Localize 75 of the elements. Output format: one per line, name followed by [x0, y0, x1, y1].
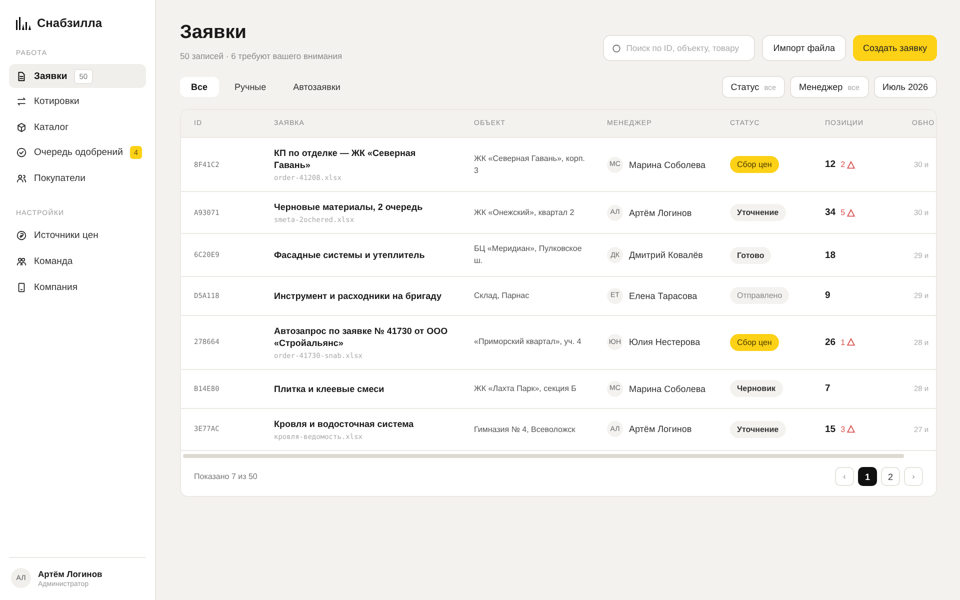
warning-icon	[847, 338, 856, 346]
table-cell-text: Гимназия № 4, Всеволожск	[473, 424, 576, 436]
sidebar-item[interactable]: Команда	[9, 250, 146, 274]
sidebar-item[interactable]: Котировки	[9, 90, 146, 114]
warning-count: 3	[840, 424, 856, 434]
coin-icon	[16, 230, 27, 242]
filter-dropdown[interactable]: Июль 2026	[874, 76, 937, 98]
swap-arrows-icon	[16, 96, 27, 108]
table-cell-text: «Приморский квартал», уч. 4	[473, 336, 582, 348]
page-arrow[interactable]: ›	[904, 467, 923, 486]
search-icon	[612, 44, 622, 52]
status-badge: Сбор цен	[730, 334, 779, 351]
status-badge: Готово	[730, 246, 772, 264]
request-title[interactable]: Автозапрос по заявке № 41730 от ООО «Стройальянс»	[274, 324, 453, 349]
page-title: Заявки	[180, 22, 248, 44]
positions-count: 9	[825, 290, 830, 302]
table-cell-text: Склад, Парнас	[473, 290, 530, 302]
request-title[interactable]: Фасадные системы и утеплитель	[274, 248, 453, 262]
manager-name: Елена Тарасова	[629, 290, 698, 301]
filter-tab[interactable]: Ручные	[224, 77, 278, 97]
manager-name: Марина Соболева	[629, 384, 706, 394]
create-button[interactable]: Создать заявку	[852, 35, 937, 61]
request-title[interactable]: Инструмент и расходники на бригаду	[274, 290, 453, 302]
warning-count: 1	[840, 338, 856, 347]
warning-icon	[847, 425, 856, 434]
status-badge: Сбор цен	[730, 156, 779, 174]
page-subtitle: 50 записей · 6 требуют вашего внимания	[180, 51, 342, 61]
manager-name: Марина Соболева	[629, 160, 706, 170]
search-field[interactable]: Поиск по ID, объекту, товару	[603, 35, 756, 61]
manager-name: Артём Логинов	[629, 424, 692, 434]
import-button[interactable]: Импорт файла	[762, 35, 846, 61]
manager-name: Дмитрий Ковалёв	[629, 250, 703, 260]
cube-icon	[16, 122, 27, 133]
sidebar-item[interactable]: Компания	[9, 275, 146, 300]
status-badge: Уточнение	[730, 420, 786, 438]
document-icon	[16, 70, 27, 82]
page-button[interactable]: 2	[881, 467, 900, 486]
status-badge: Черновик	[730, 380, 783, 398]
table-cell-text: БЦ «Меридиан», Пулковское ш.	[473, 243, 583, 267]
scrollbar[interactable]	[183, 454, 904, 458]
sidebar-item[interactable]: Покупатели	[9, 166, 146, 190]
results-summary: Показано 7 из 50	[194, 472, 258, 482]
warning-count: 2	[840, 160, 856, 170]
page-button[interactable]: 1	[858, 467, 877, 486]
sidebar-item[interactable]: Каталог	[9, 115, 146, 140]
positions-count: 15	[825, 424, 836, 435]
status-badge: Уточнение	[730, 204, 786, 222]
status-badge: Отправлено	[730, 287, 790, 304]
table-cell-text: ЖК «Северная Гавань», корп. 3	[473, 153, 586, 176]
positions-count: 7	[825, 383, 830, 394]
filter-tab[interactable]: Автозаявки	[282, 77, 352, 97]
people-icon	[16, 172, 27, 184]
table-cell-text: ЖК «Онежский», квартал 2	[473, 207, 576, 219]
brand-name: Снабзилла	[37, 16, 102, 30]
request-title[interactable]: Плитка и клеевые смеси	[274, 382, 453, 395]
team-icon	[16, 256, 27, 268]
positions-count: 18	[825, 250, 836, 261]
sidebar-item[interactable]: Источники цен	[9, 224, 146, 248]
warning-icon	[847, 160, 856, 169]
check-circle-icon	[16, 147, 27, 158]
page-arrow[interactable]: ‹	[835, 467, 854, 486]
manager-name: Артём Логинов	[629, 208, 692, 218]
logo-icon	[16, 16, 31, 30]
filter-tab[interactable]: Все	[180, 77, 219, 97]
request-title[interactable]: Черновые материалы, 2 очередь	[274, 201, 453, 214]
manager-name: Юлия Нестерова	[629, 337, 700, 348]
request-title[interactable]: КП по отделке — ЖК «Северная Гавань»	[274, 147, 453, 172]
warning-icon	[847, 208, 856, 217]
positions-count: 34	[825, 207, 836, 218]
table-cell-text: ЖК «Лахта Парк», секция Б	[473, 383, 578, 395]
positions-count: 26	[825, 336, 836, 348]
user-name: Артём Логинов	[38, 568, 102, 578]
positions-count: 12	[825, 159, 836, 170]
warning-count: 5	[840, 208, 856, 218]
request-title[interactable]: Кровля и водосточная система	[274, 418, 453, 430]
